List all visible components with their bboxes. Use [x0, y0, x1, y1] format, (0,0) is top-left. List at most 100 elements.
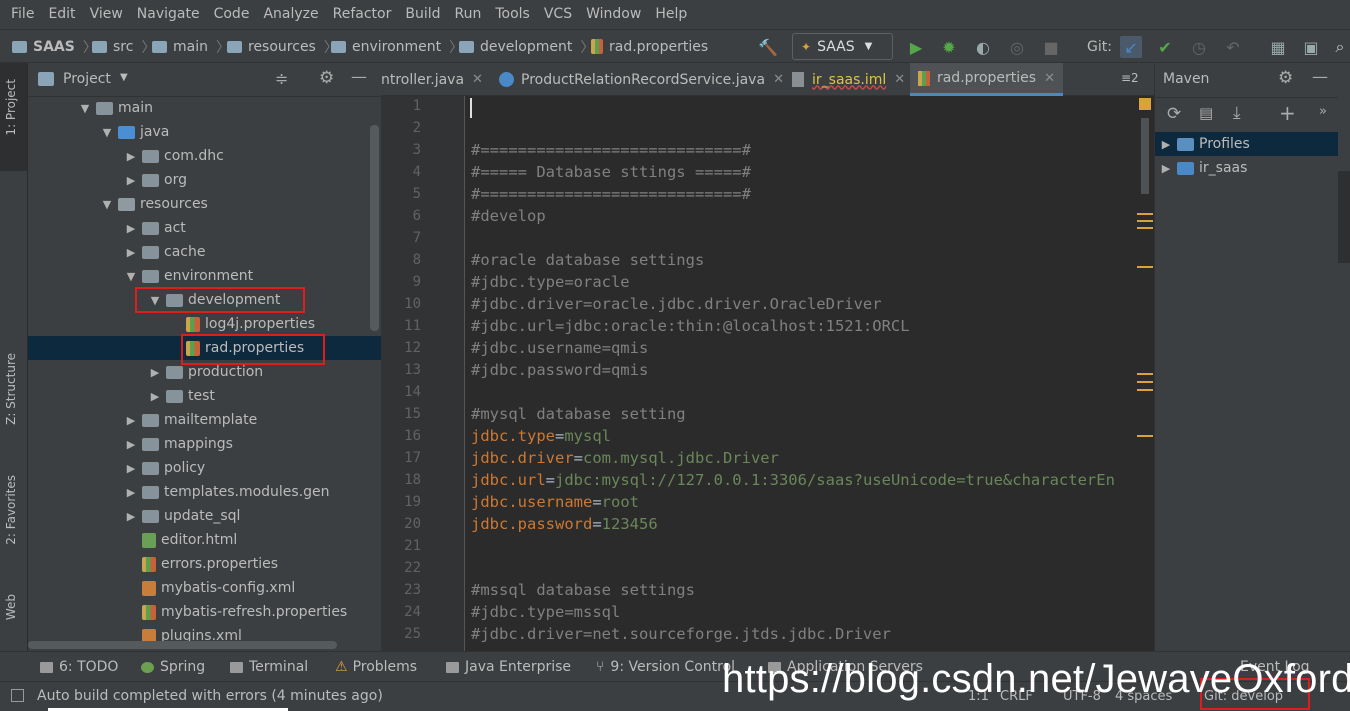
- tab-overflow-list[interactable]: ≡2: [1121, 71, 1139, 85]
- menu-item-tools[interactable]: Tools: [488, 0, 537, 29]
- tab-java-enterprise[interactable]: Java Enterprise: [446, 652, 571, 682]
- collapsed-arrow-icon[interactable]: ▶: [124, 150, 138, 163]
- hide-panel-icon[interactable]: —: [1312, 67, 1328, 86]
- toggle-tool-windows-icon[interactable]: [11, 689, 24, 702]
- gear-icon[interactable]: ⚙: [319, 68, 334, 88]
- warning-marker[interactable]: [1137, 389, 1153, 391]
- code-line[interactable]: #============================#: [471, 141, 751, 159]
- maven-item-ir-saas[interactable]: ▶ ir_saas: [1155, 156, 1339, 180]
- debug-icon[interactable]: ✹: [938, 36, 960, 58]
- code-line[interactable]: #jdbc.type=oracle: [471, 273, 630, 291]
- code-line[interactable]: #develop: [471, 207, 546, 225]
- maven-item-profiles[interactable]: ▶ Profiles: [1155, 132, 1339, 156]
- warning-marker[interactable]: [1137, 213, 1153, 215]
- more-icon[interactable]: »: [1319, 104, 1327, 119]
- code-line[interactable]: #============================#: [471, 185, 751, 203]
- code-line[interactable]: #jdbc.password=qmis: [471, 361, 648, 379]
- terminal-window-icon[interactable]: ▣: [1300, 36, 1322, 58]
- chevron-down-icon[interactable]: ▼: [120, 72, 128, 83]
- tree-item-org[interactable]: ▶ org: [28, 168, 381, 192]
- tab-project-tool[interactable]: 1: Project: [4, 79, 18, 136]
- warning-marker[interactable]: [1137, 435, 1153, 437]
- collapsed-arrow-icon[interactable]: ▶: [124, 438, 138, 451]
- close-icon[interactable]: ✕: [1044, 71, 1055, 86]
- collapsed-arrow-icon[interactable]: ▶: [148, 366, 162, 379]
- collapsed-arrow-icon[interactable]: ▶: [124, 486, 138, 499]
- tree-item-main[interactable]: ▼ main: [28, 96, 381, 120]
- code-line[interactable]: jdbc.driver=com.mysql.jdbc.Driver: [471, 449, 779, 467]
- tree-item-cache[interactable]: ▶ cache: [28, 240, 381, 264]
- menu-item-help[interactable]: Help: [648, 0, 694, 29]
- collapsed-arrow-icon[interactable]: ▶: [1159, 162, 1173, 175]
- menu-item-build[interactable]: Build: [398, 0, 447, 29]
- tree-item-com-dhc[interactable]: ▶ com.dhc: [28, 144, 381, 168]
- menu-item-file[interactable]: File: [4, 0, 41, 29]
- menu-item-run[interactable]: Run: [448, 0, 489, 29]
- warning-marker[interactable]: [1137, 373, 1153, 375]
- tree-item-editor-html[interactable]: editor.html: [28, 528, 381, 552]
- collapsed-arrow-icon[interactable]: ▶: [148, 390, 162, 403]
- code-line[interactable]: jdbc.url=jdbc:mysql://127.0.0.1:3306/saa…: [471, 471, 1115, 489]
- code-line[interactable]: jdbc.password=123456: [471, 515, 658, 533]
- git-commit-icon[interactable]: ✔: [1154, 36, 1176, 58]
- menu-item-navigate[interactable]: Navigate: [130, 0, 207, 29]
- tree-item-test[interactable]: ▶ test: [28, 384, 381, 408]
- breadcrumb-src[interactable]: src 〉: [92, 30, 155, 63]
- profile-icon[interactable]: ◎: [1006, 36, 1028, 58]
- warning-marker[interactable]: [1137, 266, 1153, 268]
- collapsed-arrow-icon[interactable]: ▶: [124, 462, 138, 475]
- collapsed-arrow-icon[interactable]: ▶: [124, 246, 138, 259]
- collapsed-arrow-icon[interactable]: ▶: [124, 510, 138, 523]
- menu-item-view[interactable]: View: [83, 0, 130, 29]
- code-line[interactable]: #===== Database sttings =====#: [471, 163, 751, 181]
- project-vertical-scrollbar[interactable]: [370, 125, 379, 331]
- tree-item-errors-properties[interactable]: errors.properties: [28, 552, 381, 576]
- tree-item-mybatis-config-xml[interactable]: mybatis-config.xml: [28, 576, 381, 600]
- expanded-arrow-icon[interactable]: ▼: [78, 102, 92, 115]
- code-line[interactable]: jdbc.type=mysql: [471, 427, 611, 445]
- expanded-arrow-icon[interactable]: ▼: [100, 198, 114, 211]
- editor-vertical-scrollbar[interactable]: [1141, 118, 1149, 194]
- code-line[interactable]: #jdbc.url=jdbc:oracle:thin:@localhost:15…: [471, 317, 910, 335]
- tab-structure-tool[interactable]: Z: Structure: [4, 353, 18, 425]
- tab-product-relation-record-service[interactable]: ProductRelationRecordService.java ✕: [491, 63, 792, 96]
- breadcrumb-project[interactable]: SAAS 〉: [12, 30, 97, 63]
- code-line[interactable]: #mssql database settings: [471, 581, 695, 599]
- code-line[interactable]: #jdbc.driver=net.sourceforge.jtds.jdbc.D…: [471, 625, 891, 643]
- close-icon[interactable]: ✕: [773, 72, 784, 87]
- warning-marker[interactable]: [1137, 220, 1153, 222]
- warning-marker[interactable]: [1137, 381, 1153, 383]
- code-line[interactable]: #jdbc.type=mssql: [471, 603, 620, 621]
- code-line[interactable]: #jdbc.driver=oracle.jdbc.driver.OracleDr…: [471, 295, 882, 313]
- generate-sources-icon[interactable]: ▤: [1199, 104, 1213, 122]
- breadcrumb-environment[interactable]: environment 〉: [331, 30, 463, 63]
- tree-item-mybatis-refresh-properties[interactable]: mybatis-refresh.properties: [28, 600, 381, 624]
- menu-item-analyze[interactable]: Analyze: [256, 0, 325, 29]
- status-message[interactable]: Auto build completed with errors (4 minu…: [37, 682, 383, 710]
- tree-item-resources[interactable]: ▼ resources: [28, 192, 381, 216]
- expanded-arrow-icon[interactable]: ▼: [100, 126, 114, 139]
- breadcrumb-resources[interactable]: resources〉: [227, 30, 338, 63]
- tab-problems[interactable]: ⚠ Problems: [335, 652, 417, 682]
- collapse-all-icon[interactable]: ≑: [275, 69, 288, 88]
- build-hammer-icon[interactable]: 🔨: [757, 36, 779, 58]
- git-history-icon[interactable]: ◷: [1188, 36, 1210, 58]
- coverage-icon[interactable]: ◐: [972, 36, 994, 58]
- tab-rad-properties[interactable]: rad.properties ✕: [910, 63, 1063, 96]
- hide-panel-icon[interactable]: —: [351, 67, 367, 86]
- add-icon[interactable]: +: [1279, 101, 1296, 125]
- gear-icon[interactable]: ⚙: [1278, 68, 1293, 88]
- code-line[interactable]: #jdbc.username=qmis: [471, 339, 648, 357]
- tree-item-update-sql[interactable]: ▶ update_sql: [28, 504, 381, 528]
- project-structure-icon[interactable]: ▦: [1267, 36, 1289, 58]
- tab-version-control[interactable]: ⑂ 9: Version Control: [596, 652, 735, 682]
- menu-item-code[interactable]: Code: [207, 0, 257, 29]
- run-configuration-select[interactable]: ✦ SAAS ▼: [792, 33, 893, 60]
- breadcrumb-main[interactable]: main 〉: [152, 30, 230, 63]
- project-horizontal-scrollbar[interactable]: [28, 641, 337, 649]
- breadcrumb-development[interactable]: development 〉: [459, 30, 594, 63]
- maven-stripe-active[interactable]: [1338, 171, 1350, 263]
- collapsed-arrow-icon[interactable]: ▶: [124, 174, 138, 187]
- tree-item-policy[interactable]: ▶ policy: [28, 456, 381, 480]
- tab-terminal[interactable]: Terminal: [230, 652, 308, 682]
